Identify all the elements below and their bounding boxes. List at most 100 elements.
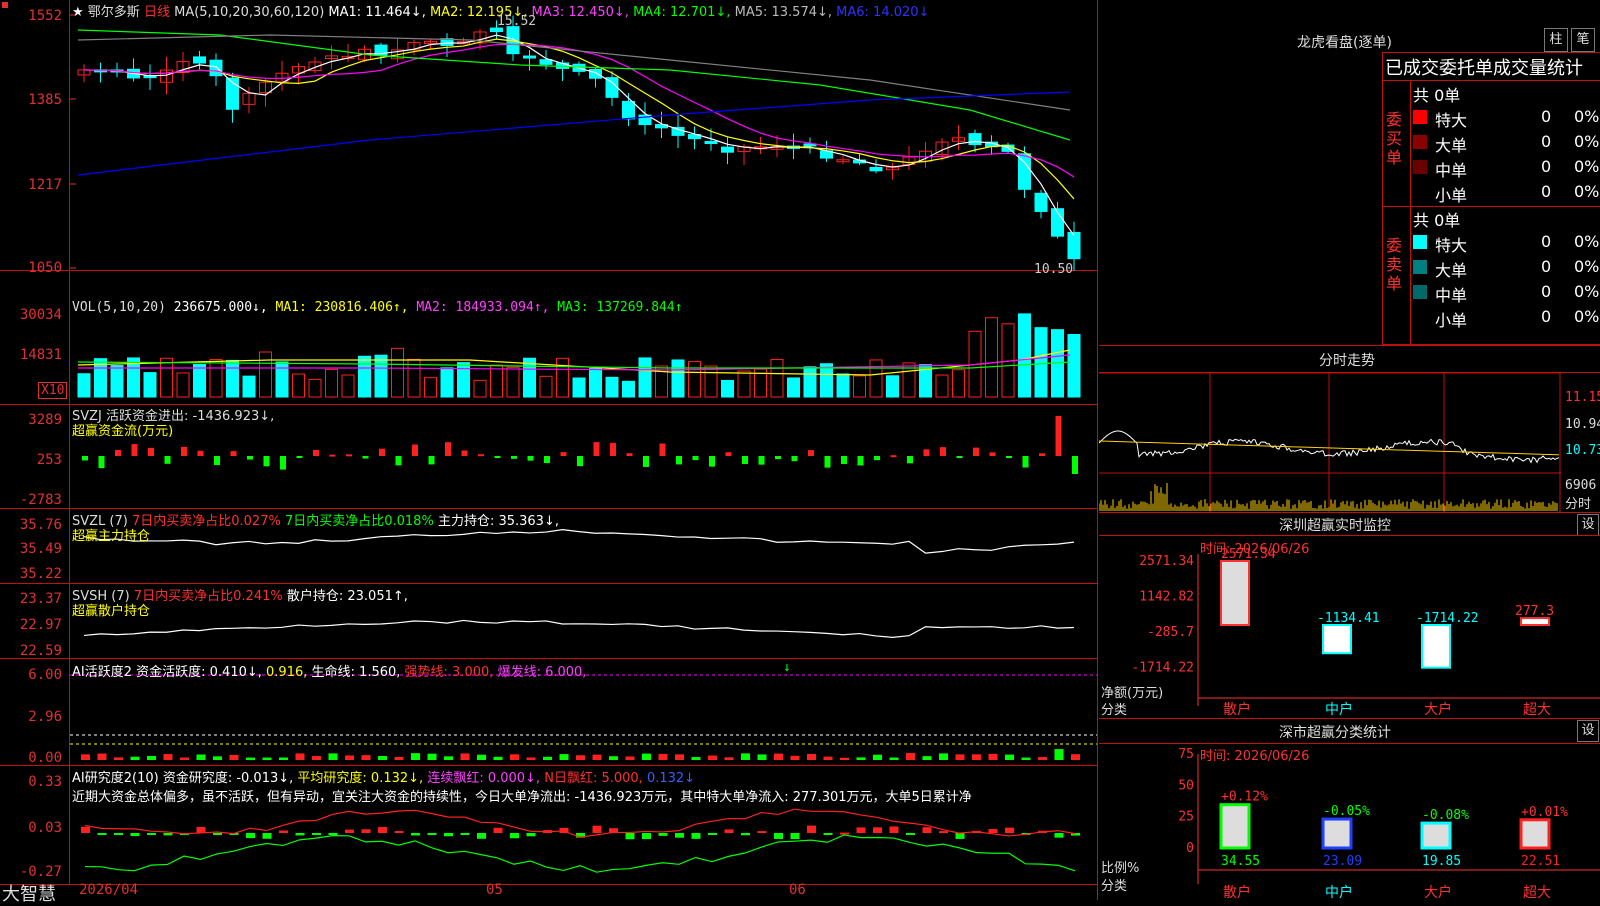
flow-bar <box>511 456 517 459</box>
active-bar <box>114 757 123 760</box>
active-bar <box>774 753 783 760</box>
star-icon[interactable]: ★ <box>72 5 84 20</box>
flow-bar <box>907 456 913 464</box>
order-pct: 0% <box>1574 157 1600 176</box>
active-bar <box>262 757 272 760</box>
y-label: 1385 <box>28 92 62 108</box>
active-bar <box>427 753 437 760</box>
flow-bar <box>115 449 121 456</box>
net-amount-chart: 2571.34 1142.82 -285.7 -1714.22 2571.34 散户 -11… <box>1131 547 1600 716</box>
active-bar <box>312 756 321 760</box>
date-label: 06 <box>789 882 806 898</box>
flow-bar <box>494 456 501 458</box>
candlestick-chart[interactable] <box>70 0 1097 884</box>
order-pct: 0% <box>1574 257 1600 276</box>
active-bar <box>493 756 503 760</box>
flow-bar <box>626 453 633 456</box>
flow-bar <box>197 450 204 456</box>
legend-swatch <box>1413 260 1427 274</box>
ai-active-header: AI活跃度2 资金活跃度: 0.410↓, 0.916, 生命线: 1.560,… <box>72 665 587 680</box>
y-label: 1142.82 <box>1139 590 1194 605</box>
research-bar <box>163 833 173 836</box>
y-label: 22.97 <box>19 617 62 633</box>
candle-body <box>704 141 718 145</box>
research-bar <box>378 827 387 833</box>
research-bar <box>873 827 882 833</box>
line-mode-button[interactable]: 笔 <box>1571 28 1595 52</box>
legend-swatch <box>1413 235 1427 249</box>
high-price-label: 15.52 <box>497 14 537 29</box>
candle-body <box>523 55 536 59</box>
active-bar <box>180 757 189 760</box>
y-label: 22.59 <box>19 643 62 659</box>
change-label: +0.12% <box>1221 790 1268 805</box>
flow-bar <box>263 456 270 467</box>
volume-bar <box>226 359 239 398</box>
research-bar <box>675 833 684 838</box>
flow-bar <box>461 450 468 456</box>
flow-bar <box>1055 416 1062 456</box>
flow-bar <box>428 456 435 465</box>
flow-bar <box>181 446 187 456</box>
active-bar <box>559 754 569 760</box>
volume-bar <box>209 359 223 398</box>
y-label: 50 <box>1178 778 1194 793</box>
chart-area[interactable]: ★ 鄂尔多斯 日线 MA(5,10,20,30,60,120) MA1: 11.… <box>0 0 1098 905</box>
net-bar <box>1520 617 1550 627</box>
order-label: 大单 <box>1435 136 1468 155</box>
y-label: 25 <box>1178 810 1194 825</box>
bar-mode-button[interactable]: 柱 <box>1544 28 1568 52</box>
ma3-value: MA3: 12.450↓, <box>531 5 629 20</box>
flow-bar <box>841 456 847 465</box>
volume-bar <box>539 375 553 398</box>
volume-bar <box>424 377 437 398</box>
period-label[interactable]: 日线 <box>144 5 170 20</box>
research-bar <box>97 833 107 835</box>
active-bar <box>1005 754 1014 760</box>
flow-bar <box>214 456 220 466</box>
flow-bar <box>82 456 88 461</box>
sell-side-label: 委卖单 <box>1386 236 1403 293</box>
volume-bar <box>869 359 883 398</box>
research-bar <box>246 833 255 839</box>
volume-bar <box>325 368 338 398</box>
research-bar <box>130 833 140 837</box>
research-bar <box>1054 833 1064 838</box>
volume-bar <box>605 376 619 398</box>
flow-bar <box>593 442 600 456</box>
volume-bar <box>160 357 173 398</box>
active-bar <box>444 756 453 760</box>
flow-bar <box>956 456 963 458</box>
flow-bar <box>1039 453 1045 456</box>
active-bar <box>246 757 255 760</box>
active-bar <box>873 754 882 760</box>
research-bar <box>757 831 767 834</box>
research-bar <box>774 833 783 839</box>
candle-body <box>1067 231 1081 260</box>
intraday-chart[interactable] <box>1099 373 1600 513</box>
active-bar <box>691 757 701 760</box>
flow-bar <box>445 442 451 456</box>
main-holding-line <box>83 528 1075 554</box>
classify-settings-button[interactable]: 设 <box>1577 720 1599 742</box>
volume-bar <box>836 373 850 398</box>
active-bar <box>378 756 387 760</box>
volume-bar <box>704 365 718 398</box>
flow-bar <box>758 456 765 465</box>
volume-bar <box>556 357 569 398</box>
research-bar <box>939 831 948 834</box>
active-bar <box>741 753 750 760</box>
active-bar <box>724 757 734 760</box>
ma6-value: MA6: 14.020↓ <box>836 5 930 20</box>
order-count: 0 <box>1541 182 1552 201</box>
order-count: 0 <box>1541 157 1552 176</box>
volume-bar <box>308 378 322 398</box>
ma-params: MA(5,10,20,30,60,120) <box>174 5 325 20</box>
monitor-settings-button[interactable]: 设 <box>1577 514 1599 536</box>
research-bar <box>460 833 470 835</box>
research-bar <box>691 833 701 839</box>
research-bar <box>625 833 635 840</box>
active-bar <box>477 754 486 760</box>
flow-bar <box>560 452 567 456</box>
research-bar <box>823 833 833 835</box>
